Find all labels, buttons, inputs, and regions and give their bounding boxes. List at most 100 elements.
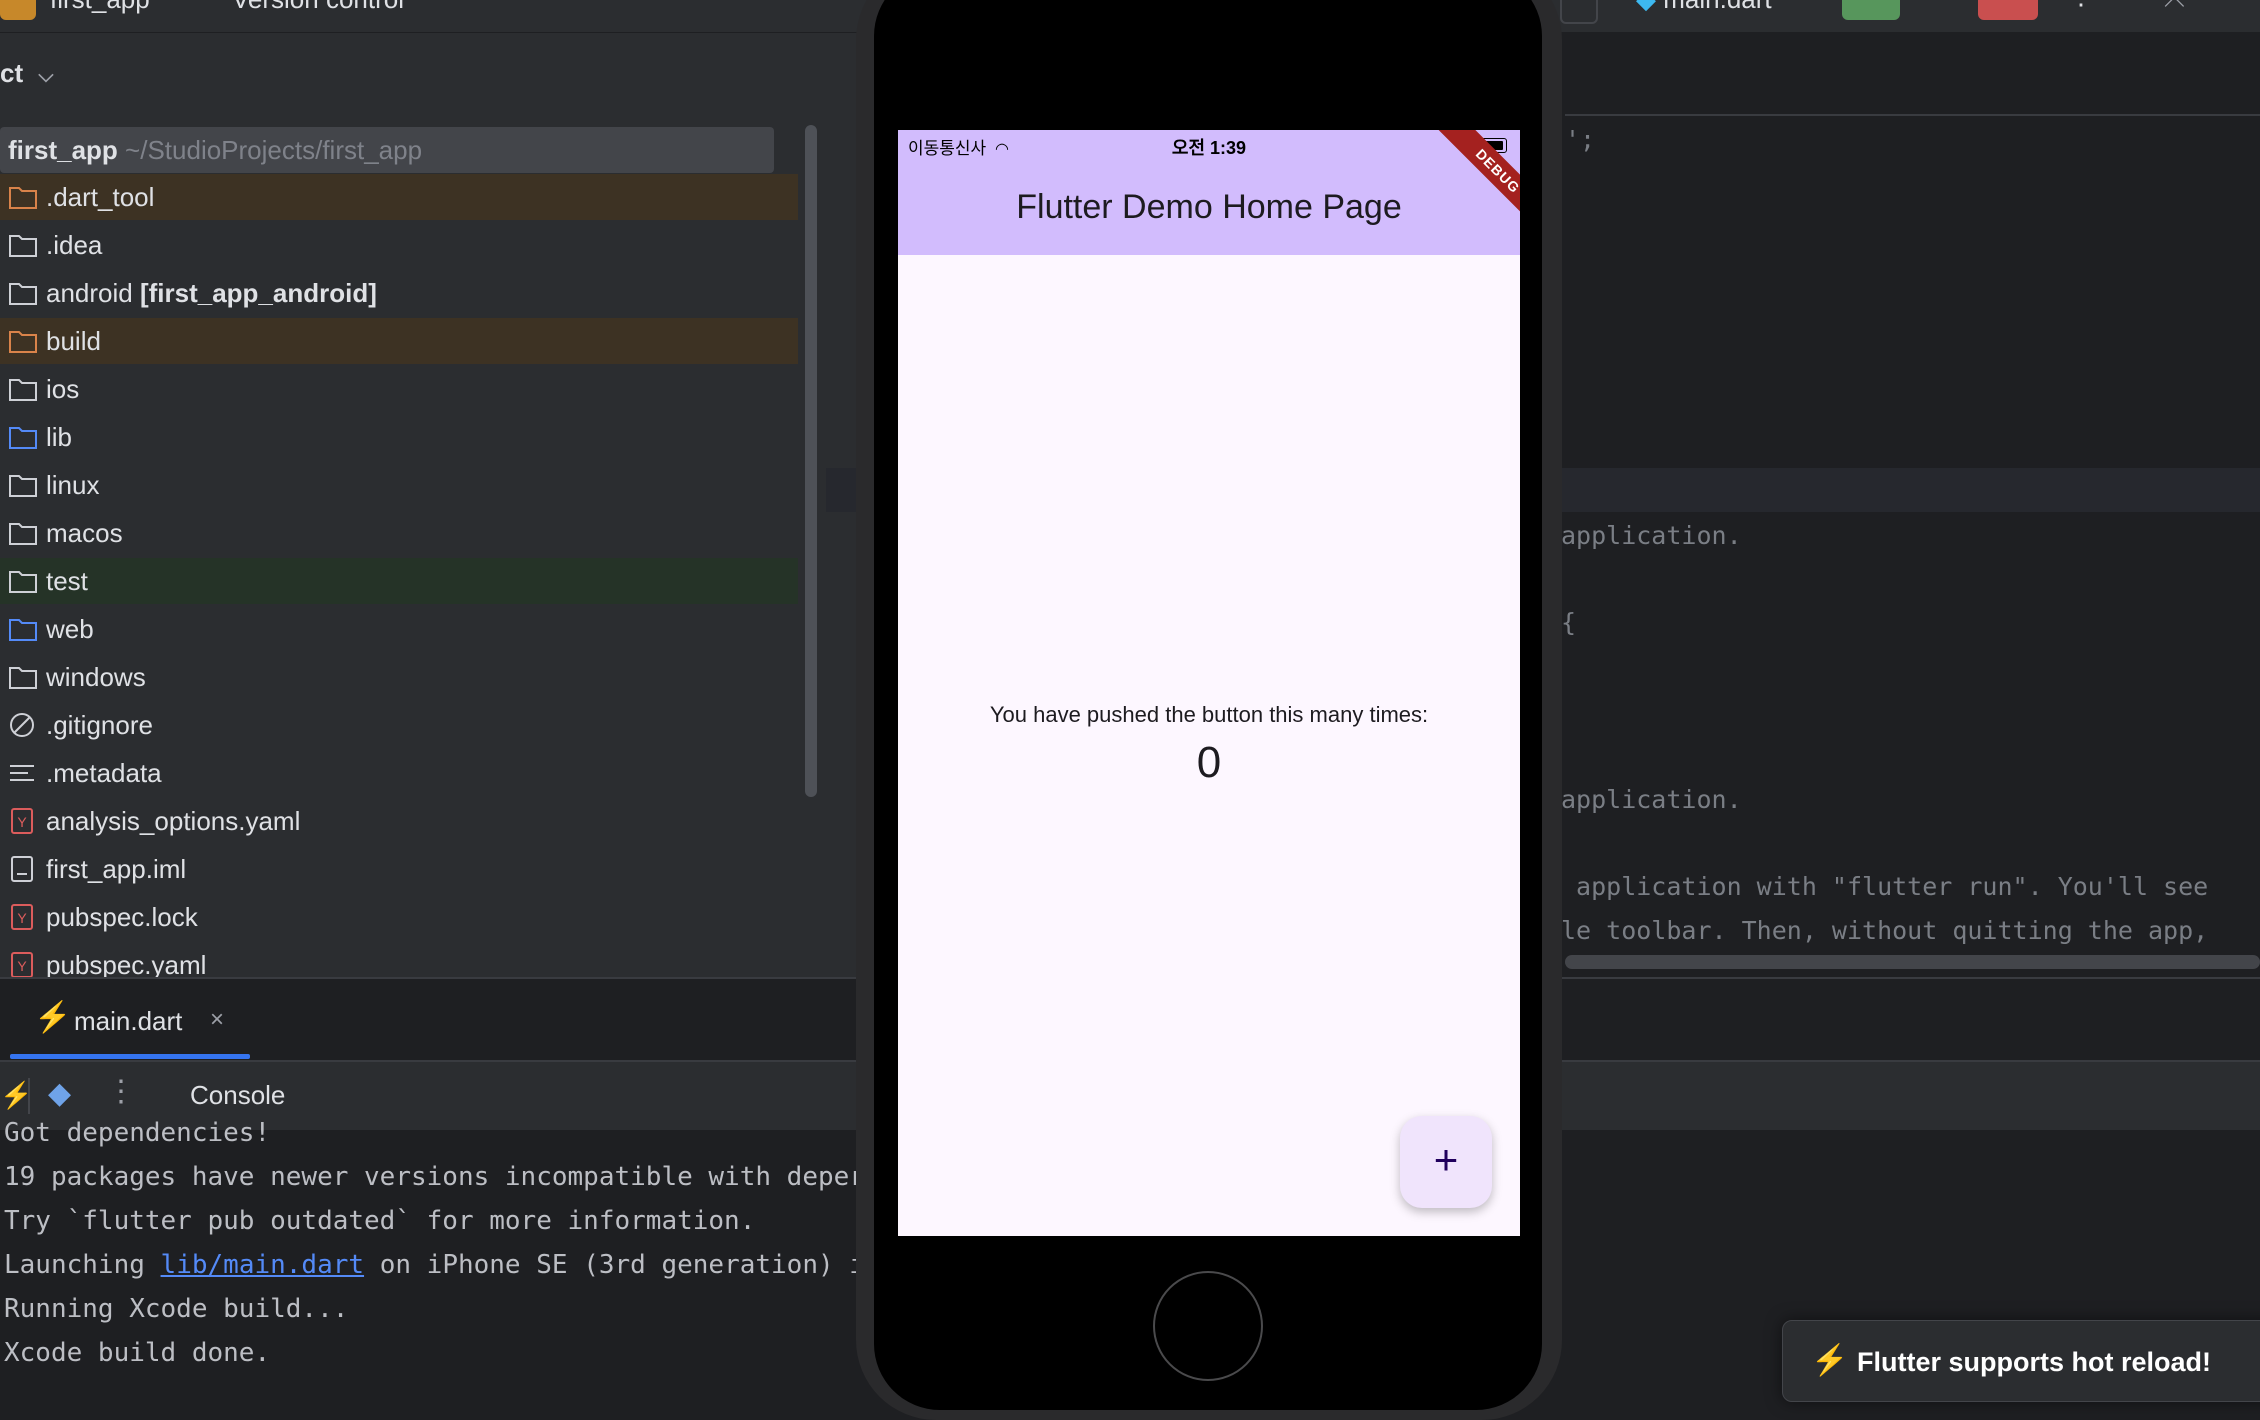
notification-text: Flutter supports hot reload! — [1857, 1347, 2211, 1377]
chevron-down-icon: ⌵ — [38, 65, 54, 87]
tree-item-name: .dart_tool — [46, 182, 155, 212]
plus-icon: + — [1433, 1136, 1459, 1183]
code-line: le toolbar. Then, without quitting the a… — [1561, 916, 2209, 945]
text-file-icon — [8, 760, 38, 786]
code-line: application with "flutter run". You'll s… — [1561, 872, 2209, 901]
hot-reload-notification[interactable]: ⚡ Flutter supports hot reload! — [1782, 1320, 2260, 1402]
svg-text:Y: Y — [17, 910, 27, 926]
tree-item-windows[interactable]: windows — [0, 654, 798, 700]
folder-web-icon — [8, 616, 38, 642]
folder-excluded-icon — [8, 328, 38, 354]
tree-item-name: build — [46, 326, 101, 356]
run-tab-label: main.dart — [74, 1006, 183, 1036]
tree-item-name: lib — [46, 422, 73, 452]
console-tab[interactable]: Console — [190, 1080, 285, 1111]
project-scrollbar[interactable] — [805, 125, 817, 797]
increment-fab[interactable]: + — [1400, 1116, 1492, 1208]
module-name: [first_app_android] — [139, 278, 377, 308]
run-config-selector[interactable]: ◆ main.dart — [1636, 0, 1772, 15]
yaml-file-icon: Y — [8, 952, 38, 978]
tree-item-build[interactable]: build — [0, 318, 798, 364]
folder-icon — [8, 520, 38, 546]
svg-text:Y: Y — [17, 958, 27, 974]
tree-item-metadata[interactable]: .metadata — [0, 750, 798, 796]
tree-item-dart-tool[interactable]: .dart_tool — [0, 174, 798, 220]
ignore-file-icon — [8, 712, 38, 738]
tree-item-label: linux — [46, 470, 99, 501]
editor-horizontal-scrollbar[interactable] — [1565, 955, 2260, 969]
tree-item-macos[interactable]: macos — [0, 510, 798, 556]
counter-value: 0 — [1196, 738, 1222, 787]
tree-item-label: test — [46, 566, 88, 597]
tree-item-name: web — [46, 614, 94, 644]
tree-item-label: android [first_app_android] — [46, 278, 377, 309]
tree-item-ios[interactable]: ios — [0, 366, 798, 412]
tree-item-android[interactable]: android [first_app_android] — [0, 270, 798, 316]
iml-file-icon — [8, 856, 38, 882]
tree-item-name: first_app.iml — [46, 854, 187, 884]
yaml-file-icon: Y — [8, 808, 38, 834]
home-button[interactable] — [1153, 1271, 1263, 1381]
folder-source-icon — [8, 424, 38, 450]
stop-button[interactable] — [1978, 0, 2038, 20]
project-view-label: ct — [0, 58, 24, 88]
editor-divider — [1565, 114, 2260, 116]
tree-item-label: first_app.iml — [46, 854, 186, 885]
project-view-selector[interactable]: ct ⌵ — [0, 58, 54, 89]
vcs-menu[interactable]: Version control — [232, 0, 404, 15]
tree-item-gitignore[interactable]: .gitignore — [0, 702, 798, 748]
code-line: { — [1561, 608, 1577, 637]
console-line: Running Xcode build... — [4, 1294, 349, 1324]
tree-item-analysis-options-yaml[interactable]: Yanalysis_options.yaml — [0, 798, 798, 844]
tree-item-label: lib — [46, 422, 72, 453]
tree-item-idea[interactable]: .idea — [0, 222, 798, 268]
tree-root-first-app[interactable]: first_app ~/StudioProjects/first_app — [0, 127, 774, 173]
status-time: 오전 1:39 — [1171, 138, 1247, 158]
toolbar-button[interactable] — [1560, 0, 1598, 24]
project-switcher[interactable]: first_app — [50, 0, 150, 15]
tree-item-label: .metadata — [46, 758, 162, 789]
tree-item-pubspec-lock[interactable]: Ypubspec.lock — [0, 894, 798, 940]
tree-item-name: linux — [46, 470, 100, 500]
tree-item-lib[interactable]: lib — [0, 414, 798, 460]
debug-button[interactable] — [1922, 0, 1958, 20]
close-icon[interactable]: × — [210, 1006, 224, 1034]
simulator-screen[interactable]: 이동통신사 ◠ 오전 1:39 Flutter Demo Home Page D… — [898, 130, 1520, 1236]
code-line: '; — [1565, 125, 1596, 154]
console-line-launch: Launching lib/main.dart on iPhone SE (3r… — [4, 1250, 865, 1280]
tree-item-name: ios — [46, 374, 80, 404]
tree-item-linux[interactable]: linux — [0, 462, 798, 508]
folder-config-icon — [8, 232, 38, 258]
tree-item-label: ios — [46, 374, 79, 405]
tree-item-test[interactable]: test — [0, 558, 798, 604]
tree-item-name: pubspec.yaml — [46, 950, 207, 980]
tree-item-name: pubspec.lock — [46, 902, 198, 932]
folder-test-icon — [8, 568, 38, 594]
tree-item-name: macos — [46, 518, 123, 548]
tree-item-name: analysis_options.yaml — [46, 806, 301, 836]
run-button[interactable] — [1842, 0, 1900, 20]
root-name: first_app — [8, 135, 118, 165]
tree-item-name: .metadata — [46, 758, 162, 788]
console-line: Got dependencies! — [4, 1118, 271, 1148]
root-path: ~/StudioProjects/first_app — [125, 135, 423, 165]
tree-item-web[interactable]: web — [0, 606, 798, 652]
dart-devtools-icon[interactable]: ◆ — [48, 1076, 71, 1111]
main-dart-link[interactable]: lib/main.dart — [161, 1250, 365, 1280]
tree-item-label: windows — [46, 662, 146, 693]
hot-restart-icon[interactable]: ⤫ — [2164, 0, 2185, 14]
flutter-icon: ◆ — [1636, 0, 1656, 14]
folder-icon — [8, 280, 38, 306]
console-line: Try `flutter pub outdated` for more info… — [4, 1206, 756, 1236]
tree-item-first-app-iml[interactable]: first_app.iml — [0, 846, 798, 892]
tree-item-label: macos — [46, 518, 123, 549]
project-badge-icon[interactable] — [0, 0, 36, 20]
tree-item-name: android — [46, 278, 133, 308]
folder-icon — [8, 664, 38, 690]
toolbar-separator — [28, 1078, 30, 1114]
launch-prefix: Launching — [4, 1250, 161, 1280]
flutter-icon: ⚡ — [34, 1001, 72, 1034]
more-actions-icon[interactable]: ⋮ — [2068, 0, 2094, 11]
more-options-icon[interactable]: ⋮ — [106, 1074, 136, 1109]
tree-item-name: windows — [46, 662, 146, 692]
